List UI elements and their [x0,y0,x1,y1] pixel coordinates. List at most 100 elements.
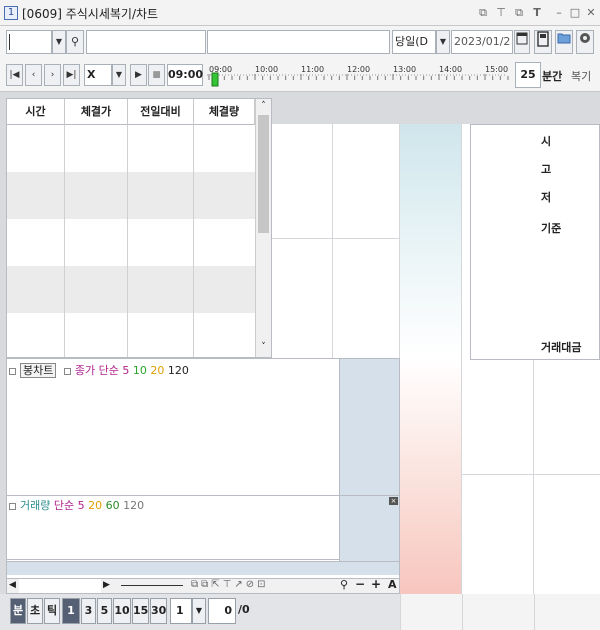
stock-code-input[interactable] [6,30,52,54]
legend-item[interactable]: 120 [168,364,189,377]
table-row [7,313,255,360]
stock-name-field[interactable] [86,30,206,54]
gear-icon[interactable] [576,30,594,54]
timeline-tick-label: 15:00 [485,65,508,74]
restore-icon[interactable]: ⧉ [476,6,490,20]
pin-icon[interactable]: ⊤ [494,6,508,20]
table-row [7,125,255,172]
column-header-time[interactable]: 시간 [7,99,65,125]
table-row [7,266,255,313]
legend-item[interactable]: 60 [106,499,124,512]
scroll-thumb[interactable] [258,115,269,233]
timeline-thumb[interactable] [211,72,219,87]
scroll-left-icon[interactable]: ◀ [9,580,16,590]
font-icon[interactable]: A [388,578,397,591]
folder-icon[interactable] [555,30,573,54]
quote-summary-panel: 시 고 저 기준 거래대금 [470,124,600,360]
column-divider [193,125,194,357]
label-trade-value: 거래대금 [541,341,582,354]
trade-table: 시간 체결가 전일대비 체결량 ˄ ˅ [6,98,272,358]
column-header-price[interactable]: 체결가 [65,99,128,125]
speed-select[interactable]: X 1( [84,64,112,86]
legend-item[interactable]: 단순 [54,499,78,512]
period-button-30[interactable]: 30 [150,598,167,624]
table-row [7,172,255,219]
timeline-slider[interactable]: 09:00 10:00 11:00 12:00 13:00 14:00 15:00 [205,62,524,88]
legend-item[interactable]: 20 [88,499,106,512]
legend-item[interactable]: 20 [150,364,168,377]
window-number-badge: 1 [4,6,18,20]
legend-item[interactable]: 종가 단순 [75,364,122,377]
column-divider [462,594,463,630]
page-current-input[interactable]: 0 [208,598,236,624]
column-header-change[interactable]: 전일대비 [128,99,194,125]
calendar-icon[interactable] [514,30,530,54]
zoom-icon[interactable]: ⚲ [340,578,348,591]
tick-button[interactable]: 틱 [44,598,60,624]
period-button-15[interactable]: 15 [132,598,149,624]
second-button[interactable]: 초 [27,598,43,624]
period-button-3[interactable]: 3 [81,598,96,624]
last-icon[interactable]: ▶| [63,64,80,86]
interval-input[interactable]: 25 [515,62,541,88]
date-input[interactable]: 2023/01/2 [451,30,513,54]
table-scrollbar[interactable]: ˄ ˅ [255,99,271,357]
minute-button[interactable]: 분 [10,598,26,624]
candle-chart-tag[interactable]: 봉차트 [20,363,57,378]
day-dropdown-button[interactable]: ▼ [436,30,450,54]
replay-label: 복기 [571,70,592,83]
search-icon[interactable]: ⚲ [66,30,84,54]
legend-item[interactable]: 5 [78,499,89,512]
close-icon[interactable]: ✕ [584,6,598,20]
time-input[interactable]: 09:00 [167,64,203,86]
scroll-right-icon[interactable]: ▶ [103,580,110,590]
timeline-tick-label: 13:00 [393,65,416,74]
period-button-5[interactable]: 5 [97,598,112,624]
drawing-tools[interactable]: ⧉⧉⇱⊤↗⊘⊡ [191,579,269,590]
label-base: 기준 [541,222,562,235]
legend-item[interactable]: 5 [122,364,133,377]
play-icon[interactable]: ▶ [130,64,147,86]
period-button-1[interactable]: 1 [62,598,80,624]
period-button-10[interactable]: 10 [113,598,131,624]
count-input[interactable]: 1 [170,598,192,624]
timeline-tick-label: 14:00 [439,65,462,74]
zoom-out-icon[interactable]: − [355,577,365,591]
code-dropdown-button[interactable]: ▼ [52,30,66,54]
layout-icon[interactable]: ⧉ [512,6,526,20]
count-dropdown-button[interactable]: ▼ [192,598,206,624]
zoom-slider[interactable] [121,585,183,586]
stock-info-field [207,30,390,54]
interval-unit: 분간 [542,70,563,83]
speed-dropdown-button[interactable]: ▼ [112,64,126,86]
minimize-icon[interactable]: – [552,6,566,20]
page-total: /0 [238,603,250,616]
table-row [7,219,255,266]
legend-item[interactable]: 10 [133,364,151,377]
legend-item[interactable]: 거래량 [20,499,54,512]
pane-divider [7,559,339,560]
chart-panel: 봉차트 종가 단순 5 10 20 120 거래량 단순 5 20 60 120… [6,358,400,594]
chart-scrollbar[interactable] [19,579,101,593]
price-legend: 봉차트 종가 단순 5 10 20 120 [9,362,189,378]
first-icon[interactable]: |◀ [6,64,23,86]
prev-icon[interactable]: ‹ [25,64,42,86]
row-divider [462,474,600,475]
scroll-up-icon[interactable]: ˄ [256,101,271,111]
legend-item[interactable]: 120 [123,499,144,512]
legend-square-icon [9,367,16,375]
maximize-icon[interactable]: □ [568,6,582,20]
next-icon[interactable]: › [44,64,61,86]
chart-toolbar: ◀ ▶ ⧉⧉⇱⊤↗⊘⊡ ⚲ − + A [6,577,400,594]
column-header-volume[interactable]: 체결량 [194,99,255,125]
label-high: 고 [541,163,552,176]
order-book-column [462,360,534,594]
pane-close-icon[interactable]: × [389,497,398,505]
font-icon[interactable]: T [530,6,544,20]
stop-icon[interactable]: ■ [148,64,165,86]
zoom-in-icon[interactable]: + [371,577,381,591]
scroll-down-icon[interactable]: ˅ [256,342,271,352]
save-icon[interactable] [534,30,552,54]
order-book-footer [400,594,600,630]
day-select[interactable]: 당일(D [392,30,436,54]
